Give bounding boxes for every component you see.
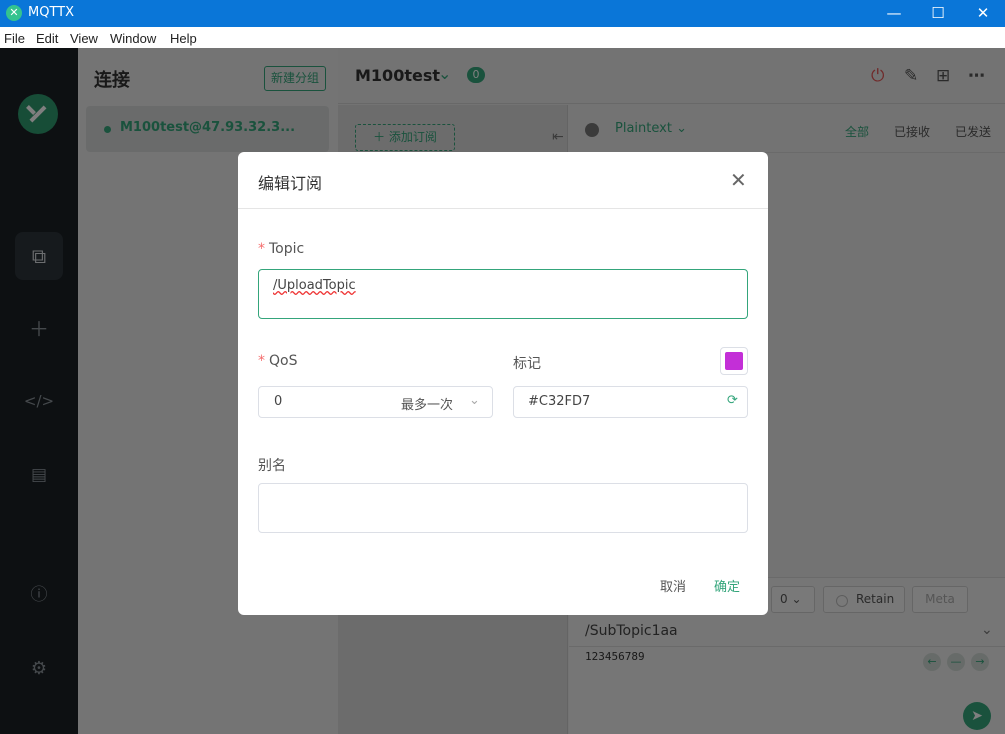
close-icon[interactable]: ✕ bbox=[730, 168, 747, 192]
topic-label-text: Topic bbox=[269, 241, 305, 257]
mark-label: 标记 bbox=[513, 356, 541, 372]
alias-label: 别名 bbox=[258, 458, 286, 474]
menu-edit[interactable]: Edit bbox=[36, 31, 58, 46]
menu-bar: File Edit View Window Help bbox=[0, 27, 1005, 48]
menu-window[interactable]: Window bbox=[110, 31, 156, 46]
edit-subscription-dialog: 编辑订阅 ✕ * Topic /UploadTopic * QoS 0 最多一次 ⌄… bbox=[238, 152, 768, 615]
required-mark: * bbox=[258, 353, 265, 369]
window-title: MQTTX bbox=[28, 5, 75, 20]
topic-input-value: /UploadTopic bbox=[273, 278, 356, 293]
confirm-button[interactable]: 确定 bbox=[714, 576, 740, 595]
refresh-icon[interactable]: ⟳ bbox=[727, 393, 738, 408]
qos-select[interactable]: 0 最多一次 ⌄ bbox=[258, 386, 493, 418]
cancel-button[interactable]: 取消 bbox=[660, 576, 686, 595]
qos-label-text: QoS bbox=[269, 353, 298, 369]
title-bar: ✕ MQTTX — ☐ ✕ bbox=[0, 0, 1005, 27]
color-picker-button[interactable] bbox=[720, 347, 748, 375]
color-input[interactable]: #C32FD7 ⟳ bbox=[513, 386, 748, 418]
dialog-title: 编辑订阅 bbox=[258, 174, 323, 193]
alias-input[interactable] bbox=[258, 483, 748, 533]
menu-view[interactable]: View bbox=[70, 31, 98, 46]
qos-description: 最多一次 bbox=[401, 398, 454, 413]
qos-value: 0 bbox=[274, 394, 283, 409]
menu-file[interactable]: File bbox=[4, 31, 25, 46]
dialog-divider bbox=[238, 208, 768, 209]
menu-help[interactable]: Help bbox=[170, 31, 197, 46]
color-swatch bbox=[725, 352, 743, 370]
chevron-down-icon: ⌄ bbox=[469, 393, 480, 408]
maximize-button[interactable]: ☐ bbox=[927, 4, 949, 22]
minimize-button[interactable]: — bbox=[883, 4, 905, 22]
color-value: #C32FD7 bbox=[528, 394, 591, 409]
qos-label: * QoS bbox=[258, 353, 297, 369]
topic-label: * Topic bbox=[258, 241, 304, 257]
topic-input[interactable]: /UploadTopic bbox=[258, 269, 748, 319]
app-logo-icon: ✕ bbox=[6, 5, 22, 21]
close-window-button[interactable]: ✕ bbox=[972, 4, 994, 22]
required-mark: * bbox=[258, 241, 265, 257]
